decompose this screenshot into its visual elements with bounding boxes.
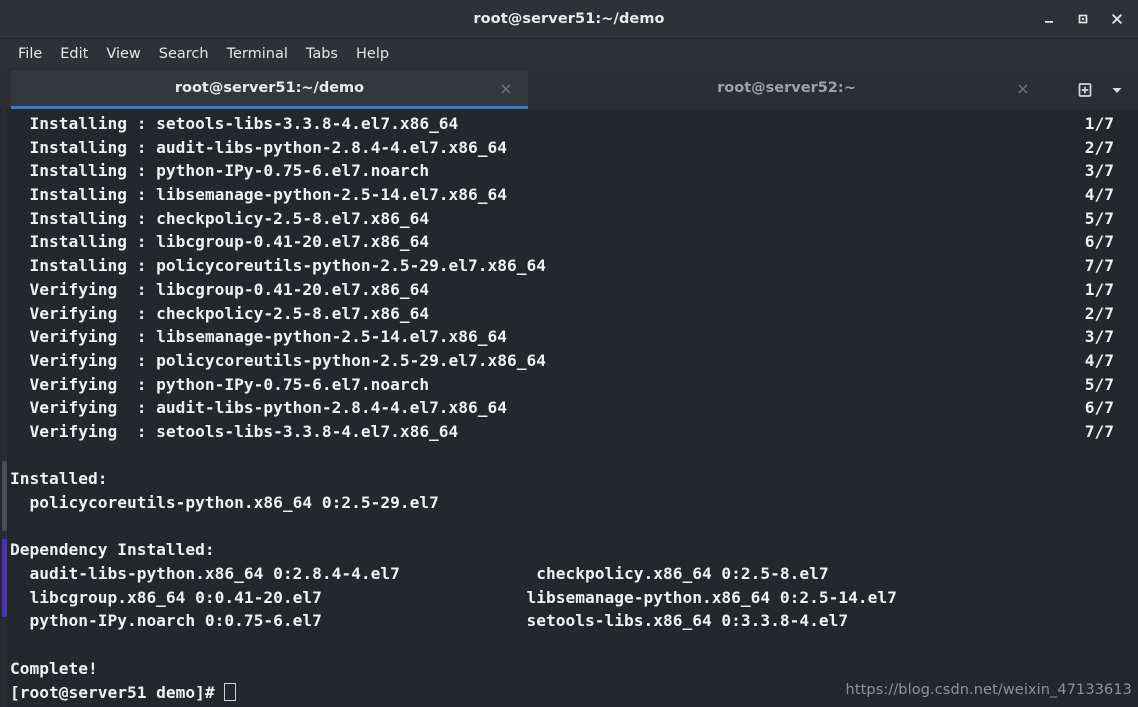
terminal-line: Verifying : libcgroup-0.41-20.el7.x86_64… [0,278,1138,302]
tab-label: root@server52:~ [717,80,856,96]
terminal-line: Dependency Installed: [0,538,1138,562]
terminal-line: Verifying : policycoreutils-python-2.5-2… [0,349,1138,373]
terminal-body[interactable]: Installing : setools-libs-3.3.8-4.el7.x8… [0,109,1138,707]
tab-bar-actions [1070,70,1138,109]
terminal-line-text: Installing : python-IPy-0.75-6.el7.noarc… [10,161,430,181]
terminal-line-counter: 5/7 [1084,374,1114,394]
terminal-line-text: policycoreutils-python.x86_64 0:2.5-29.e… [10,493,439,512]
terminal-line: Verifying : python-IPy-0.75-6.el7.noarch… [0,373,1138,397]
terminal-line-counter: 2/7 [1084,303,1114,323]
terminal-line-text: Verifying : audit-libs-python-2.8.4-4.el… [10,398,508,418]
close-icon[interactable]: × [498,79,514,98]
tab-server51[interactable]: root@server51:~/demo × [11,70,528,109]
window-controls [1032,0,1134,38]
terminal-line-text: Installing : audit-libs-python-2.8.4-4.e… [10,137,508,157]
terminal-line-text: Installing : libsemanage-python-2.5-14.e… [10,185,508,205]
terminal-line: Verifying : audit-libs-python-2.8.4-4.el… [0,396,1138,420]
terminal-window: root@server51:~/demo File Edit View Sear… [0,0,1138,707]
terminal-line-text: Installing : libcgroup-0.41-20.el7.x86_6… [10,232,430,252]
terminal-line: Complete! [0,657,1138,681]
terminal-line-counter: 3/7 [1084,161,1114,181]
tab-label: root@server51:~/demo [174,80,365,96]
close-icon[interactable]: × [1015,79,1031,98]
menu-item-terminal[interactable]: Terminal [218,44,297,65]
terminal-cursor [224,682,236,701]
terminal-line-text: Installing : policycoreutils-python-2.5-… [10,256,547,276]
terminal-line: Installing : checkpolicy-2.5-8.el7.x86_6… [0,207,1138,231]
close-button[interactable] [1100,4,1134,34]
terminal-line-counter: 1/7 [1084,114,1114,133]
terminal-line: Installing : policycoreutils-python-2.5-… [0,254,1138,278]
terminal-line-counter: 4/7 [1084,350,1114,370]
terminal-line-text: libcgroup.x86_64 0:0.41-20.el7 libsemana… [10,587,897,607]
terminal-line-text: python-IPy.noarch 0:0.75-6.el7 setools-l… [10,611,849,631]
terminal-line-text: Installing : checkpolicy-2.5-8.el7.x86_6… [10,208,430,228]
terminal-line: Verifying : setools-libs-3.3.8-4.el7.x86… [0,420,1138,444]
terminal-line-counter: 4/7 [1084,185,1114,205]
terminal-line-counter: 5/7 [1084,208,1114,228]
menu-item-view[interactable]: View [97,44,149,65]
tab-server52[interactable]: root@server52:~ × [528,70,1045,109]
terminal-line-counter: 6/7 [1084,232,1114,252]
menu-item-edit[interactable]: Edit [51,44,97,65]
terminal-line: Installed: [0,467,1138,491]
terminal-line-text: Verifying : setools-libs-3.3.8-4.el7.x86… [10,421,459,441]
maximize-button[interactable] [1066,4,1100,34]
menu-item-file[interactable]: File [9,44,51,65]
terminal-line: Verifying : libsemanage-python-2.5-14.el… [0,325,1138,349]
terminal-line-text: Dependency Installed: [10,540,215,560]
window-title: root@server51:~/demo [473,11,665,27]
terminal-line-text: Complete! [10,658,98,678]
menu-item-search[interactable]: Search [150,44,218,65]
title-bar: root@server51:~/demo [0,0,1138,39]
terminal-line: Installing : python-IPy-0.75-6.el7.noarc… [0,159,1138,183]
menu-bar: File Edit View Search Terminal Tabs Help [0,39,1138,70]
minimize-button[interactable] [1032,4,1066,34]
terminal-line: audit-libs-python.x86_64 0:2.8.4-4.el7 c… [0,562,1138,586]
menu-item-help[interactable]: Help [347,44,398,65]
terminal-line: Installing : setools-libs-3.3.8-4.el7.x8… [0,112,1138,136]
terminal-line: Verifying : checkpolicy-2.5-8.el7.x86_64… [0,302,1138,326]
terminal-line-counter: 7/7 [1084,421,1114,441]
terminal-line-text: Installing : setools-libs-3.3.8-4.el7.x8… [10,114,459,133]
terminal-line-counter: 7/7 [1084,256,1114,276]
new-tab-icon[interactable] [1070,75,1100,105]
terminal-line: Installing : libcgroup-0.41-20.el7.x86_6… [0,230,1138,254]
terminal-line: policycoreutils-python.x86_64 0:2.5-29.e… [0,491,1138,515]
terminal-line-text: Verifying : policycoreutils-python-2.5-2… [10,350,547,370]
terminal-line-text: Installed: [10,469,108,489]
terminal-line-text: Verifying : libsemanage-python-2.5-14.el… [10,327,508,347]
terminal-prompt: [root@server51 demo]# [10,682,225,702]
terminal-line: python-IPy.noarch 0:0.75-6.el7 setools-l… [0,609,1138,633]
tab-bar: root@server51:~/demo × root@server52:~ × [0,70,1138,109]
chevron-down-icon[interactable] [1102,75,1132,105]
terminal-line-counter: 2/7 [1084,137,1114,157]
terminal-line-text: audit-libs-python.x86_64 0:2.8.4-4.el7 c… [10,564,829,584]
terminal-line-counter: 1/7 [1084,279,1114,299]
terminal-line: Installing : libsemanage-python-2.5-14.e… [0,183,1138,207]
terminal-line-text: Verifying : python-IPy-0.75-6.el7.noarch [10,374,430,394]
terminal-line-text: Verifying : checkpolicy-2.5-8.el7.x86_64 [10,303,430,323]
terminal-line: libcgroup.x86_64 0:0.41-20.el7 libsemana… [0,586,1138,610]
watermark-text: https://blog.csdn.net/weixin_47133613 [845,682,1132,698]
terminal-line: Installing : audit-libs-python-2.8.4-4.e… [0,136,1138,160]
terminal-line-counter: 3/7 [1084,327,1114,347]
terminal-line-counter: 6/7 [1084,398,1114,418]
terminal-line-text: Verifying : libcgroup-0.41-20.el7.x86_64 [10,279,430,299]
menu-item-tabs[interactable]: Tabs [297,44,347,65]
terminal-output[interactable]: Installing : setools-libs-3.3.8-4.el7.x8… [0,109,1138,707]
